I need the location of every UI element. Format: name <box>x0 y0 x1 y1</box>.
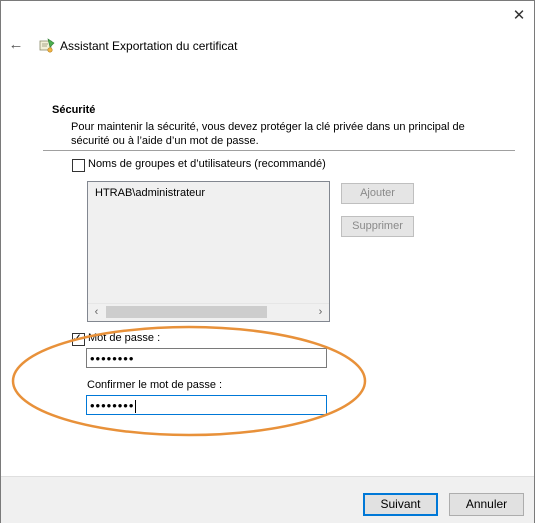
wizard-footer: Suivant Annuler <box>1 476 534 523</box>
chevron-right-icon: › <box>318 306 323 318</box>
groups-checkbox[interactable] <box>72 159 85 172</box>
back-arrow-icon: ← <box>8 36 24 53</box>
next-button[interactable]: Suivant <box>363 493 438 516</box>
horizontal-scrollbar[interactable]: ‹ › <box>88 303 329 321</box>
groups-users-list[interactable]: HTRAB\administrateur ‹ › <box>87 181 330 322</box>
wizard-title: Assistant Exportation du certificat <box>60 39 238 53</box>
section-heading: Sécurité <box>52 104 96 116</box>
chevron-left-icon: ‹ <box>94 306 99 318</box>
close-icon: ✕ <box>512 7 526 24</box>
scroll-right-button[interactable]: › <box>312 304 329 321</box>
close-button[interactable]: ✕ <box>509 6 529 26</box>
back-button[interactable]: ← <box>7 36 25 54</box>
remove-button[interactable]: Supprimer <box>341 216 414 237</box>
certificate-export-wizard: ✕ ← Assistant Exportation du certificat … <box>0 0 535 523</box>
scroll-left-button[interactable]: ‹ <box>88 304 105 321</box>
groups-checkbox-label[interactable]: Noms de groupes et d’utilisateurs (recom… <box>88 158 326 170</box>
cancel-button[interactable]: Annuler <box>449 493 524 516</box>
list-item[interactable]: HTRAB\administrateur <box>95 187 205 199</box>
separator <box>43 150 515 151</box>
certificate-icon <box>39 38 55 53</box>
annotation-ellipse <box>11 325 367 437</box>
scroll-thumb[interactable] <box>106 306 267 318</box>
add-button[interactable]: Ajouter <box>341 183 414 204</box>
section-description: Pour maintenir la sécurité, vous devez p… <box>71 121 465 147</box>
